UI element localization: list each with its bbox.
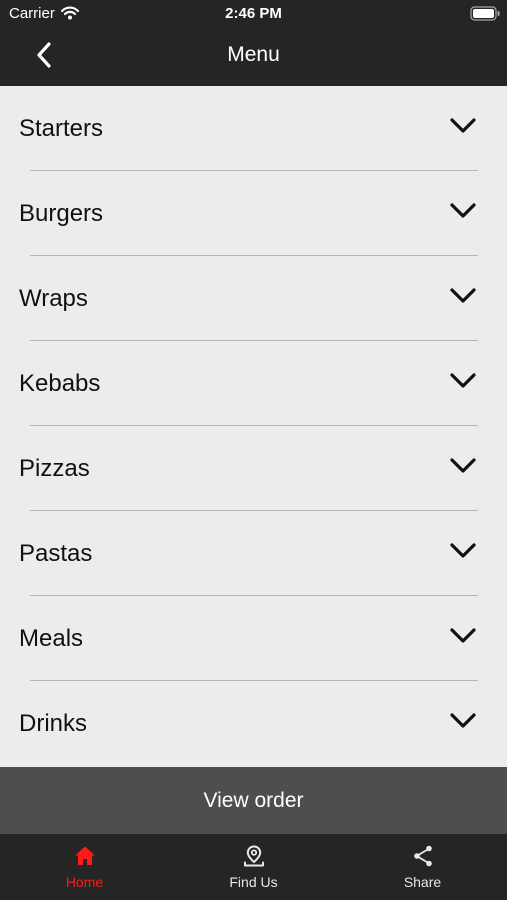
- chevron-down-icon: [450, 118, 476, 133]
- menu-category-drinks[interactable]: Drinks: [0, 681, 507, 766]
- menu-category-label: Pastas: [19, 540, 93, 567]
- menu-category-label: Burgers: [19, 200, 104, 227]
- tab-share[interactable]: Share: [338, 834, 507, 900]
- battery-icon: [470, 6, 501, 21]
- menu-category-meals[interactable]: Meals: [0, 596, 507, 681]
- tab-label: Share: [403, 874, 442, 890]
- tab-bar: Home Find Us Share: [0, 834, 507, 900]
- menu-category-label: Meals: [19, 625, 84, 652]
- chevron-down-icon: [450, 628, 476, 643]
- tab-find-us[interactable]: Find Us: [169, 834, 338, 900]
- menu-category-label: Kebabs: [19, 370, 101, 397]
- page-title: Menu: [227, 43, 280, 66]
- chevron-down-icon: [450, 203, 476, 218]
- map-pin-icon: [244, 845, 264, 867]
- menu-category-starters[interactable]: Starters: [0, 86, 507, 171]
- tab-label: Home: [65, 874, 104, 890]
- chevron-down-icon: [450, 373, 476, 388]
- menu-category-list: Starters Burgers Wraps Kebabs Pizzas Pas…: [0, 86, 507, 767]
- nav-bar: Menu: [0, 27, 507, 86]
- view-order-button[interactable]: View order: [0, 767, 507, 834]
- menu-category-label: Starters: [19, 115, 104, 142]
- chevron-down-icon: [450, 458, 476, 473]
- tab-home[interactable]: Home: [0, 834, 169, 900]
- menu-category-burgers[interactable]: Burgers: [0, 171, 507, 256]
- menu-category-wraps[interactable]: Wraps: [0, 256, 507, 341]
- menu-category-pastas[interactable]: Pastas: [0, 511, 507, 596]
- chevron-down-icon: [450, 543, 476, 558]
- chevron-down-icon: [450, 288, 476, 303]
- tab-label: Find Us: [229, 874, 278, 890]
- share-icon: [414, 845, 432, 867]
- menu-category-label: Pizzas: [19, 455, 90, 482]
- status-bar: Carrier 2:46 PM: [0, 0, 507, 27]
- menu-category-label: Wraps: [19, 285, 88, 312]
- chevron-down-icon: [450, 713, 476, 728]
- home-icon: [75, 846, 95, 865]
- menu-category-kebabs[interactable]: Kebabs: [0, 341, 507, 426]
- menu-category-pizzas[interactable]: Pizzas: [0, 426, 507, 511]
- status-time: 2:46 PM: [225, 5, 282, 22]
- menu-category-label: Drinks: [19, 710, 88, 737]
